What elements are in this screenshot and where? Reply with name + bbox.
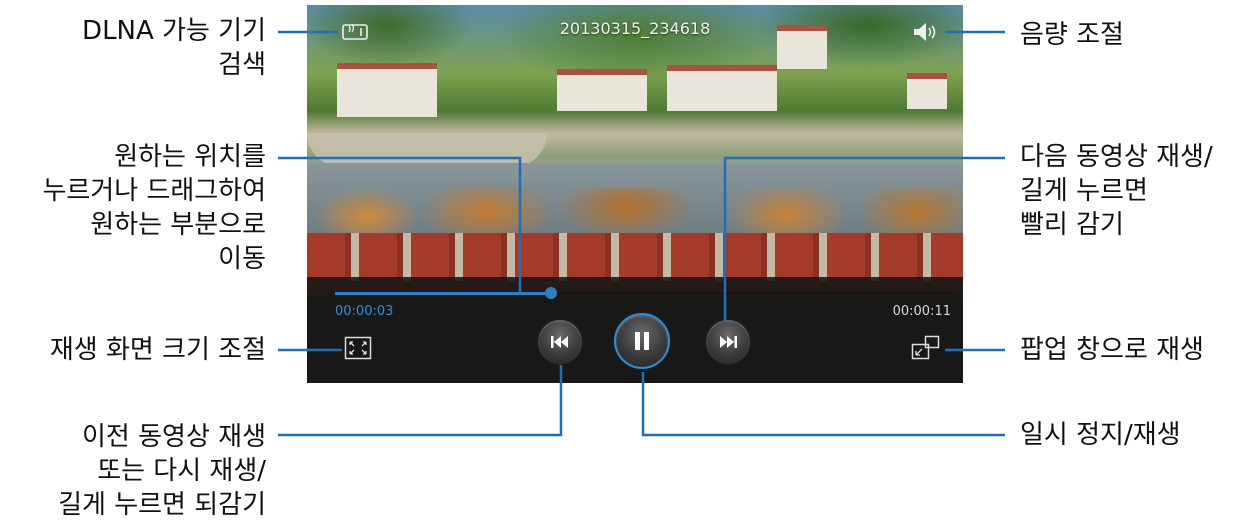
screen-size-callout: 재생 화면 크기 조절 [49, 335, 266, 365]
video-player[interactable]: 20130315_234618 00:00:03 00:00:11 [307, 5, 963, 383]
next-button[interactable] [706, 320, 750, 364]
elapsed-time: 00:00:03 [335, 304, 394, 319]
title-bar: 20130315_234618 [307, 5, 963, 53]
dlna-callout: DLNA 가능 기기 검색 [82, 16, 266, 80]
background-bridge [307, 133, 547, 167]
seek-bar-progress [335, 292, 552, 295]
pause-button[interactable] [614, 313, 670, 369]
next-callout: 다음 동영상 재생/ 길게 누르면 빨리 감기 [1020, 142, 1213, 240]
screen-size-icon [344, 336, 372, 360]
seek-bar-thumb[interactable] [545, 287, 558, 299]
prev-callout: 이전 동영상 재생 또는 다시 재생/ 길게 누르면 되감기 [58, 422, 266, 520]
previous-icon [551, 336, 568, 348]
video-title: 20130315_234618 [559, 19, 711, 38]
popup-play-button[interactable] [911, 335, 941, 361]
screen-size-button[interactable] [343, 335, 373, 361]
background-building [337, 63, 437, 117]
pause-callout: 일시 정지/재생 [1020, 420, 1181, 450]
popup-play-icon [911, 335, 940, 360]
background-roofs [307, 233, 963, 281]
control-bar: 00:00:03 00:00:11 [307, 277, 963, 383]
previous-button[interactable] [538, 320, 582, 364]
volume-callout: 음량 조절 [1020, 20, 1124, 50]
background-building [667, 65, 777, 111]
next-icon [720, 336, 737, 348]
background-building [557, 69, 647, 111]
total-time: 00:00:11 [892, 304, 951, 319]
background-trees [307, 187, 963, 237]
seek-bar[interactable] [335, 287, 953, 299]
pause-icon [635, 332, 649, 350]
popup-callout: 팝업 창으로 재생 [1020, 335, 1204, 365]
volume-icon[interactable] [910, 19, 940, 45]
seek-callout: 원하는 위치를 누르거나 드래그하여 원하는 부분으로 이동 [42, 142, 266, 274]
background-building [907, 73, 947, 109]
